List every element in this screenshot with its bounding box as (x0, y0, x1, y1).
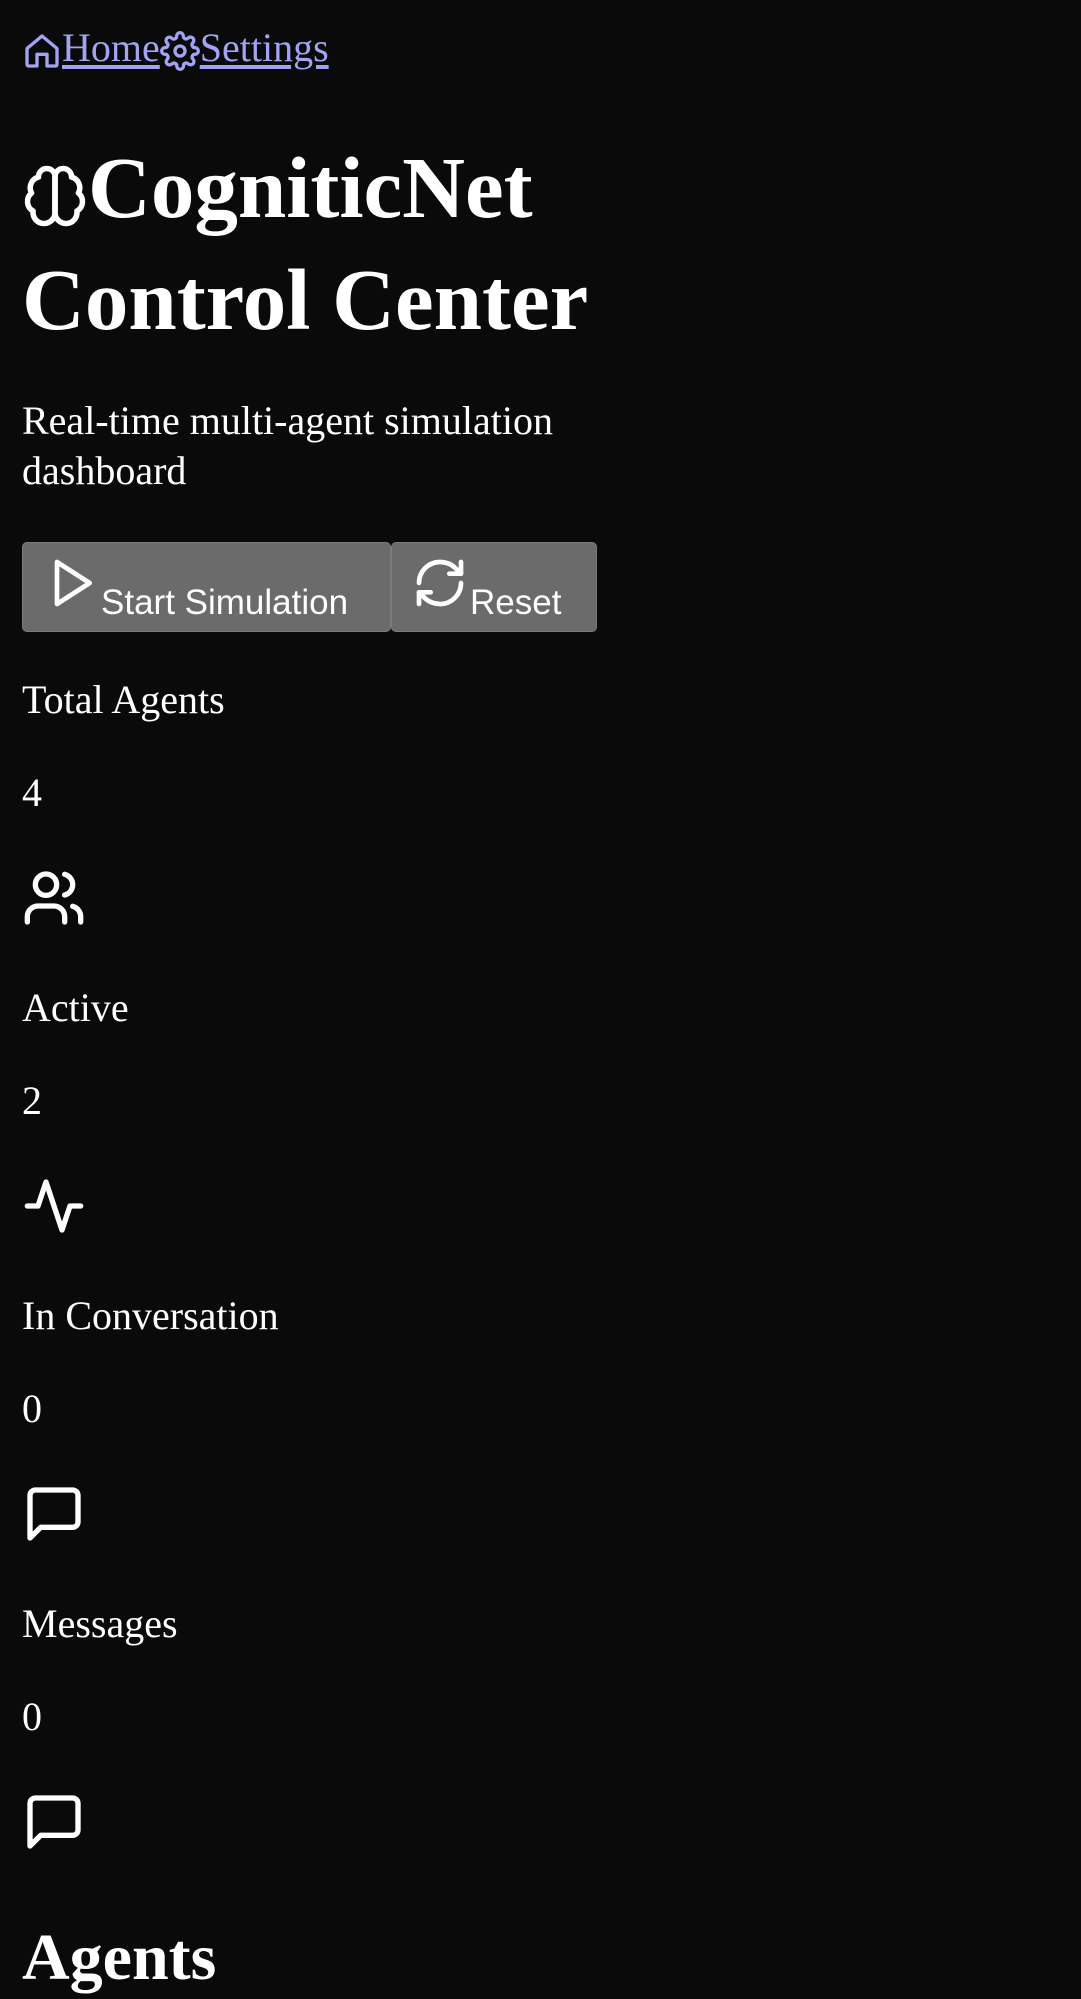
stat-total-agents-value: 4 (22, 770, 42, 815)
stat-active-value: 2 (22, 1078, 42, 1123)
page-title: CogniticNet Control Center (22, 138, 702, 350)
reset-button[interactable]: Reset (391, 542, 597, 632)
stat-total-agents-label: Total Agents (22, 677, 225, 722)
users-icon (22, 866, 86, 930)
page-subtitle: Real-time multi-agent simulation dashboa… (22, 398, 553, 493)
home-icon (22, 31, 62, 71)
stat-in-conversation-label: In Conversation (22, 1293, 279, 1338)
activity-icon (22, 1174, 86, 1238)
title-line-2: Control Center (22, 251, 589, 348)
brain-icon (22, 150, 88, 250)
nav-home-link[interactable]: Home (22, 24, 160, 71)
nav-settings-link[interactable]: Settings (159, 24, 329, 71)
message-square-icon (22, 1790, 86, 1854)
play-icon (43, 555, 101, 623)
stat-messages-label: Messages (22, 1601, 178, 1646)
message-square-icon (22, 1482, 86, 1546)
stat-messages-value: 0 (22, 1694, 42, 1739)
gear-icon (159, 30, 200, 71)
nav-settings-label: Settings (199, 24, 329, 70)
refresh-icon (412, 555, 470, 623)
start-simulation-label: Start Simulation (101, 583, 349, 622)
title-line-1: CogniticNet (88, 139, 533, 236)
agents-section-title: Agents (22, 1921, 217, 1994)
reset-label: Reset (470, 583, 562, 622)
stat-active-label: Active (22, 985, 129, 1030)
nav-home-label: Home (62, 24, 160, 70)
start-simulation-button[interactable]: Start Simulation (22, 542, 391, 632)
stat-in-conversation-value: 0 (22, 1386, 42, 1431)
top-nav: Home Settings (22, 22, 329, 72)
